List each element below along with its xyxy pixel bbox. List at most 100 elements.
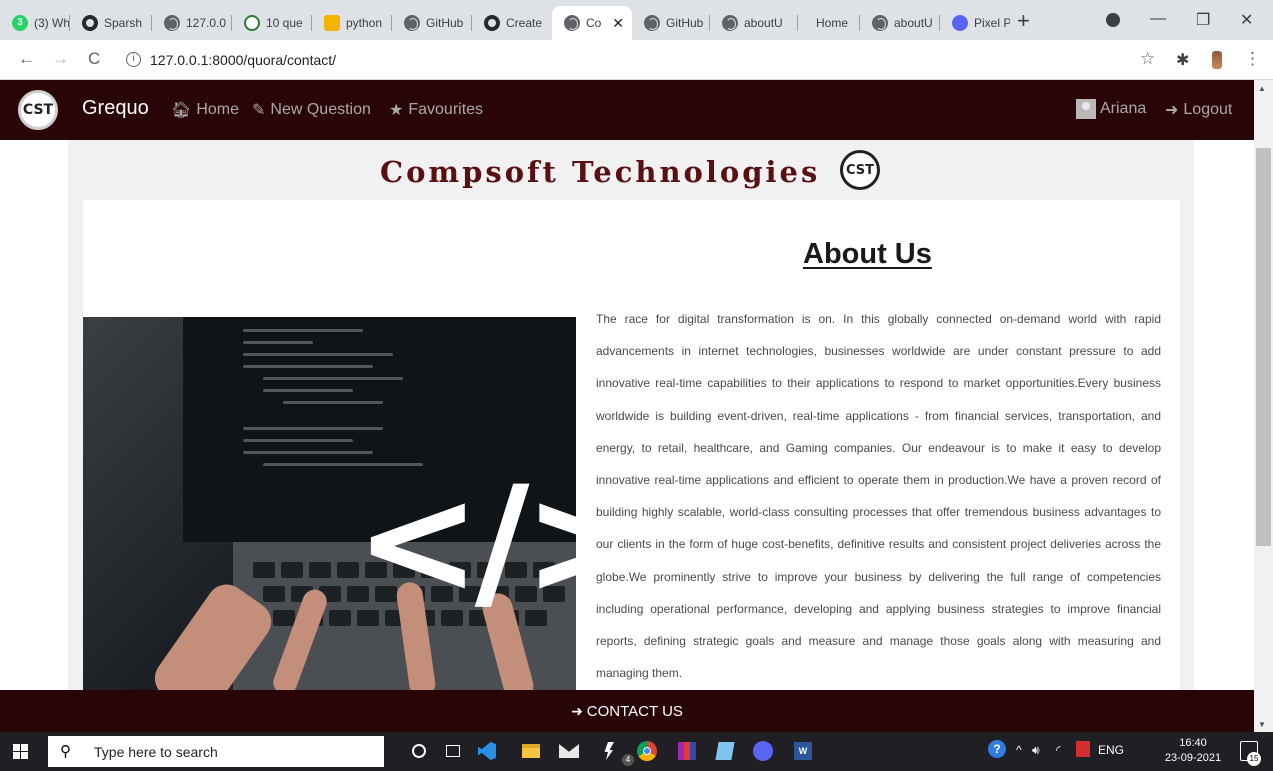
tab-label: aboutU (894, 16, 933, 30)
search-icon: ⚲ (60, 743, 71, 760)
terminal-icon[interactable] (598, 740, 620, 762)
notepad-icon[interactable] (714, 740, 736, 762)
nav-favourites-link[interactable]: ★ Favourites (389, 100, 483, 120)
globe-icon (164, 15, 180, 31)
help-icon[interactable]: ? (988, 740, 1006, 758)
github-icon (484, 15, 500, 31)
url-field[interactable]: 127.0.0.1:8000/quora/contact/ (150, 52, 336, 68)
tab-label: Sparsh (104, 16, 143, 30)
star-icon: ★ (389, 102, 404, 119)
task-view-icon[interactable] (442, 740, 464, 762)
tab-quiz[interactable]: 10 que (232, 6, 312, 40)
company-name: Compsoft Technologies (380, 155, 821, 189)
address-toolbar: ← → C i 127.0.0.1:8000/quora/contact/ ☆ … (0, 40, 1273, 80)
code-brackets-icon: </> (355, 455, 576, 629)
tab-contact-active[interactable]: Co ✕ (552, 6, 632, 40)
close-tab-icon[interactable]: ✕ (612, 15, 624, 32)
cortana-icon[interactable] (408, 740, 430, 762)
taskbar-clock[interactable]: 16:40 23-09-2021 (1162, 736, 1224, 766)
vscode-icon[interactable] (476, 740, 498, 762)
globe-icon (872, 15, 888, 31)
about-title: About Us (803, 238, 932, 270)
logout-link[interactable]: ➜ Logout (1165, 100, 1232, 120)
tab-label: (3) Wh (34, 16, 70, 30)
tab-localhost[interactable]: 127.0.0 (152, 6, 232, 40)
tab-pixel[interactable]: Pixel P (940, 6, 1010, 40)
home-icon: 🏠︎ (171, 102, 192, 119)
scroll-down-icon[interactable]: ▼ (1258, 720, 1266, 729)
about-paragraph: The race for digital transformation is o… (596, 312, 1161, 681)
extensions-icon[interactable]: ✱ (1176, 50, 1189, 70)
user-avatar (1076, 99, 1096, 119)
tab-label: 127.0.0 (186, 16, 227, 30)
tab-label: GitHub (666, 16, 704, 30)
search-placeholder: Type here to search (94, 744, 218, 760)
edit-icon: ✎ (252, 102, 266, 119)
github-icon (82, 15, 98, 31)
wifi-icon[interactable]: ◜ (1056, 743, 1061, 757)
winrar-icon[interactable] (676, 740, 698, 762)
site-navbar: CST Grequo 🏠︎ Home ✎ New Question ★ Favo… (0, 80, 1254, 140)
nav-link-label: Favourites (408, 101, 484, 118)
new-tab-button[interactable]: + (1017, 10, 1030, 32)
mail-icon[interactable] (558, 740, 580, 762)
word-icon[interactable]: W (792, 740, 814, 762)
tab-sparsh[interactable]: Sparsh (70, 6, 152, 40)
nav-link-label: New Question (270, 101, 371, 118)
user-name[interactable]: Ariana (1100, 100, 1146, 118)
site-info-icon[interactable]: i (126, 52, 141, 67)
windows-start-icon[interactable] (13, 744, 28, 759)
brand-link[interactable]: Grequo (82, 97, 149, 120)
tab-python[interactable]: python (312, 6, 392, 40)
tab-aboutus[interactable]: aboutU (710, 6, 798, 40)
language-indicator[interactable]: ENG (1098, 743, 1124, 757)
tab-label: python (346, 16, 383, 30)
browser-tab-strip: 3 (3) Wh Sparsh 127.0.0 10 que python Gi… (0, 0, 1273, 40)
globe-icon (564, 15, 580, 31)
chevron-up-icon[interactable]: ^ (1016, 743, 1022, 757)
bookmark-star-icon[interactable]: ☆ (1140, 49, 1155, 69)
chrome-icon[interactable] (636, 740, 658, 762)
tab-github-2[interactable]: GitHub (632, 6, 710, 40)
nav-new-question-link[interactable]: ✎ New Question (252, 100, 371, 120)
screen: 3 (3) Wh Sparsh 127.0.0 10 que python Gi… (0, 0, 1273, 771)
tab-label: Home (816, 16, 849, 30)
nav-home-link[interactable]: 🏠︎ Home (171, 100, 239, 120)
back-icon[interactable]: ← (18, 49, 35, 69)
company-logo: CST (840, 150, 880, 190)
tab-label: Pixel P (974, 16, 1010, 30)
nav-link-label: Home (196, 101, 239, 118)
contact-us-button[interactable]: ➜ CONTACT US (0, 690, 1254, 732)
mail-badge: 4 (622, 754, 634, 766)
clock-date: 23-09-2021 (1164, 752, 1222, 764)
tab-aboutus-2[interactable]: aboutU (860, 6, 940, 40)
tab-create[interactable]: Create (472, 6, 552, 40)
tab-label: GitHub (426, 16, 464, 30)
file-explorer-icon[interactable] (520, 740, 542, 762)
app-tray-icon[interactable] (1076, 741, 1090, 757)
scrollbar-thumb[interactable] (1256, 148, 1271, 546)
sign-in-icon: ➜ (571, 702, 583, 719)
taskbar-search[interactable]: ⚲ Type here to search (48, 736, 384, 767)
whatsapp-icon: 3 (12, 15, 28, 31)
tab-label: Create (506, 16, 543, 30)
windows-taskbar: ⚲ Type here to search 4 W ? ^ 🔊︎ ◜ ENG 1… (0, 732, 1273, 771)
reload-icon[interactable]: C (88, 49, 100, 69)
profile-icon[interactable] (1106, 13, 1120, 27)
scroll-up-icon[interactable]: ▲ (1258, 84, 1266, 93)
volume-icon[interactable]: 🔊︎ (1032, 743, 1040, 758)
browser-menu-icon[interactable]: ⋮ (1244, 49, 1261, 69)
tab-whatsapp[interactable]: 3 (3) Wh (0, 6, 70, 40)
minimize-icon[interactable]: — (1150, 10, 1166, 28)
tab-home[interactable]: Home (798, 6, 860, 40)
forward-icon[interactable]: → (52, 49, 69, 69)
profile-avatar-icon[interactable] (1212, 51, 1222, 69)
site-logo[interactable]: CST (18, 90, 58, 130)
globe-icon (722, 15, 738, 31)
restore-icon[interactable]: ❐ (1196, 10, 1210, 30)
discord-icon[interactable] (752, 740, 774, 762)
tab-github[interactable]: GitHub (392, 6, 472, 40)
discord-icon (952, 15, 968, 31)
close-window-icon[interactable]: ✕ (1240, 10, 1253, 30)
globe-icon (644, 15, 660, 31)
